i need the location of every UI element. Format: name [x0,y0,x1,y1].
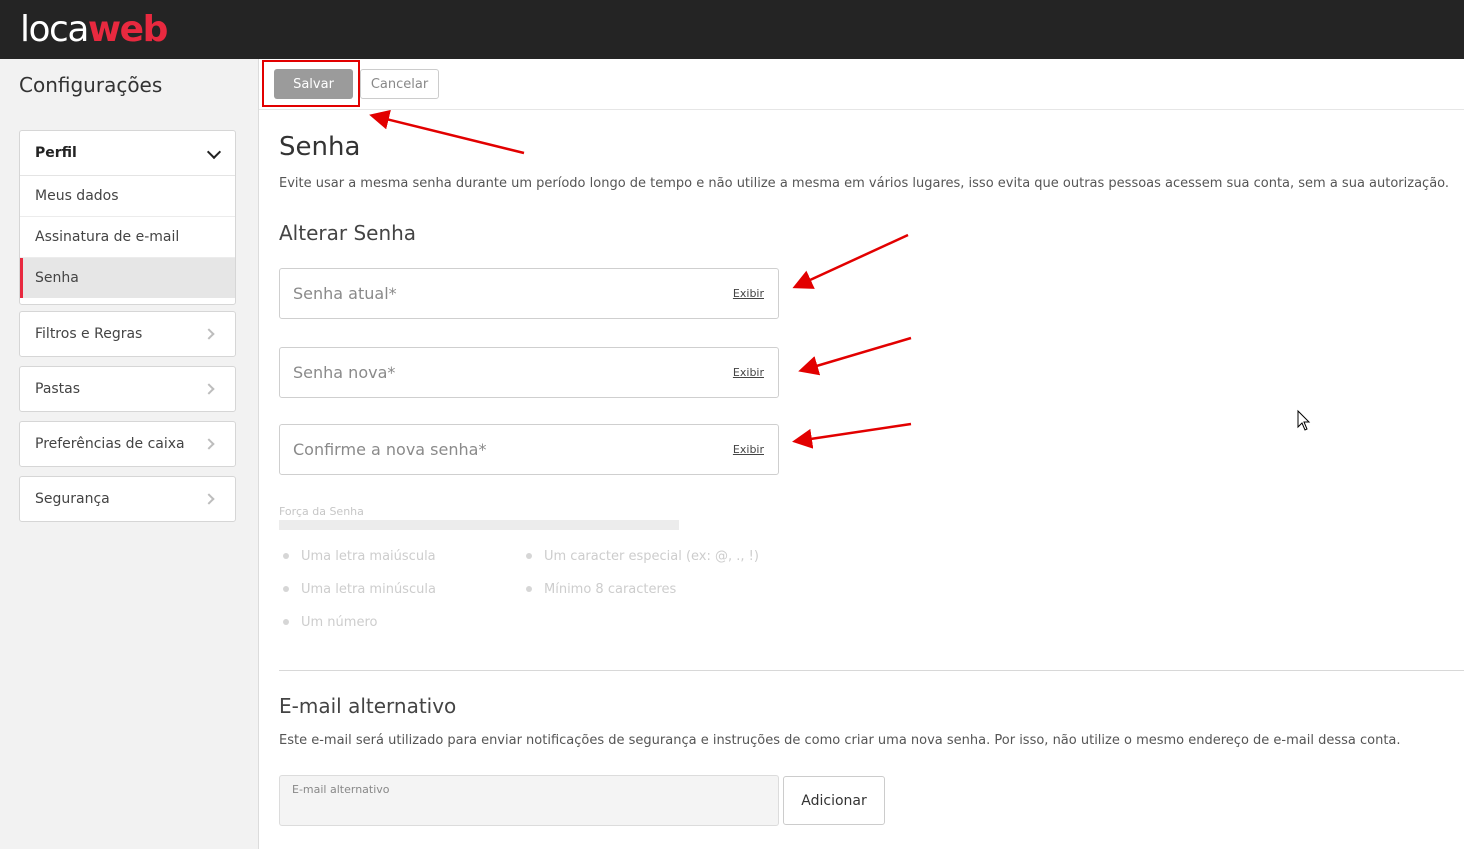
alt-email-label: E-mail alternativo [292,783,390,796]
sidebar-item-meus-dados[interactable]: Meus dados [20,176,235,217]
chevron-down-icon [206,144,222,160]
new-password-placeholder: Senha nova* [293,363,396,382]
section-divider [279,670,1464,671]
current-password-placeholder: Senha atual* [293,284,397,303]
sidebar-item-filtros-regras[interactable]: Filtros e Regras [19,311,236,357]
bullet-icon [526,552,532,559]
page-title: Senha [279,132,361,162]
password-strength-bar [279,520,679,530]
menu-group-bottom-padding [20,298,235,304]
requirement-special-char: Um caracter especial (ex: @, ., !) [526,549,759,564]
arrow-to-current-password [792,233,909,289]
show-current-password-link[interactable]: Exibir [733,287,764,300]
password-description: Evite usar a mesma senha durante um perí… [279,176,1450,191]
save-button-highlight [262,60,360,107]
sidebar: Configurações Perfil Meus dados Assinatu… [0,59,259,849]
bullet-icon [526,585,532,592]
change-password-title: Alterar Senha [279,221,417,245]
sidebar-item-preferencias-caixa[interactable]: Preferências de caixa [19,421,236,467]
profile-menu-header[interactable]: Perfil [20,131,235,176]
profile-menu-label: Perfil [35,145,77,161]
mouse-cursor-icon [1297,409,1311,431]
confirm-password-placeholder: Confirme a nova senha* [293,440,487,459]
sidebar-item-pastas[interactable]: Pastas [19,366,236,412]
requirement-uppercase: Uma letra maiúscula [283,549,436,564]
requirement-lowercase: Uma letra minúscula [283,582,436,597]
requirement-number: Um número [283,615,377,630]
arrow-to-new-password [798,336,912,376]
profile-menu-group: Perfil Meus dados Assinatura de e-mail S… [19,130,236,305]
arrow-to-confirm-password [792,422,912,449]
sidebar-item-seguranca[interactable]: Segurança [19,476,236,522]
alt-email-description: Este e-mail será utilizado para enviar n… [279,733,1401,748]
locaweb-logo[interactable]: locaweb [20,8,168,52]
sidebar-item-assinatura[interactable]: Assinatura de e-mail [20,217,235,258]
alt-email-title: E-mail alternativo [279,694,457,718]
confirm-password-field[interactable]: Confirme a nova senha* Exibir [279,424,779,475]
sidebar-title: Configurações [19,73,163,97]
bullet-icon [283,618,289,625]
bullet-icon [283,552,289,559]
show-confirm-password-link[interactable]: Exibir [733,443,764,456]
add-email-button[interactable]: Adicionar [783,776,885,825]
bullet-icon [283,585,289,592]
alt-email-input[interactable]: E-mail alternativo [279,775,779,826]
top-bar: locaweb [0,0,1464,59]
cancel-button[interactable]: Cancelar [360,69,439,99]
arrow-to-save [369,109,525,155]
new-password-field[interactable]: Senha nova* Exibir [279,347,779,398]
sidebar-item-senha[interactable]: Senha [20,258,235,298]
show-new-password-link[interactable]: Exibir [733,366,764,379]
current-password-field[interactable]: Senha atual* Exibir [279,268,779,319]
toolbar: Salvar Cancelar [259,59,1464,110]
password-strength-label: Força da Senha [279,505,364,518]
requirement-min-length: Mínimo 8 caracteres [526,582,676,597]
